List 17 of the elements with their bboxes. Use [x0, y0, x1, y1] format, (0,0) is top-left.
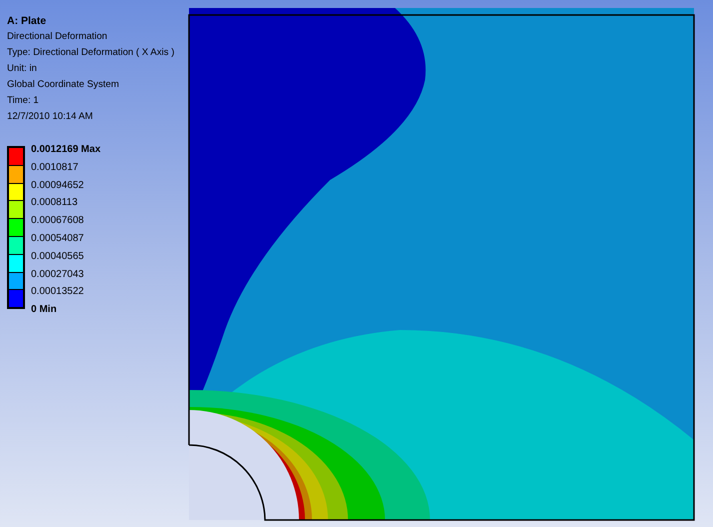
legend-value: 0.0008113: [31, 196, 79, 210]
legend-value: 0.00040565: [31, 250, 85, 264]
legend-value: 0 Min: [31, 303, 58, 318]
legend-value: 0.00027043: [31, 268, 85, 282]
legend-value: 0.00013522: [31, 285, 85, 300]
result-title: A: Plate: [7, 14, 48, 29]
result-info-line: Directional Deformation: [7, 30, 108, 44]
legend-value: 0.0010817: [31, 160, 80, 175]
result-info-line: Unit: in: [7, 62, 38, 76]
result-info-line: Time: 1: [7, 94, 40, 108]
legend-value: 0.00054087: [31, 232, 85, 246]
legend-value: 0.00094652: [31, 178, 85, 193]
result-info-line: Type: Directional Deformation ( X Axis ): [7, 46, 174, 60]
result-info-line: 12/7/2010 10:14 AM: [7, 110, 94, 124]
result-info-line: Global Coordinate System: [7, 78, 120, 92]
legend-value: 0.00067608: [31, 214, 85, 228]
legend-value: 0.0012169 Max: [31, 143, 101, 157]
